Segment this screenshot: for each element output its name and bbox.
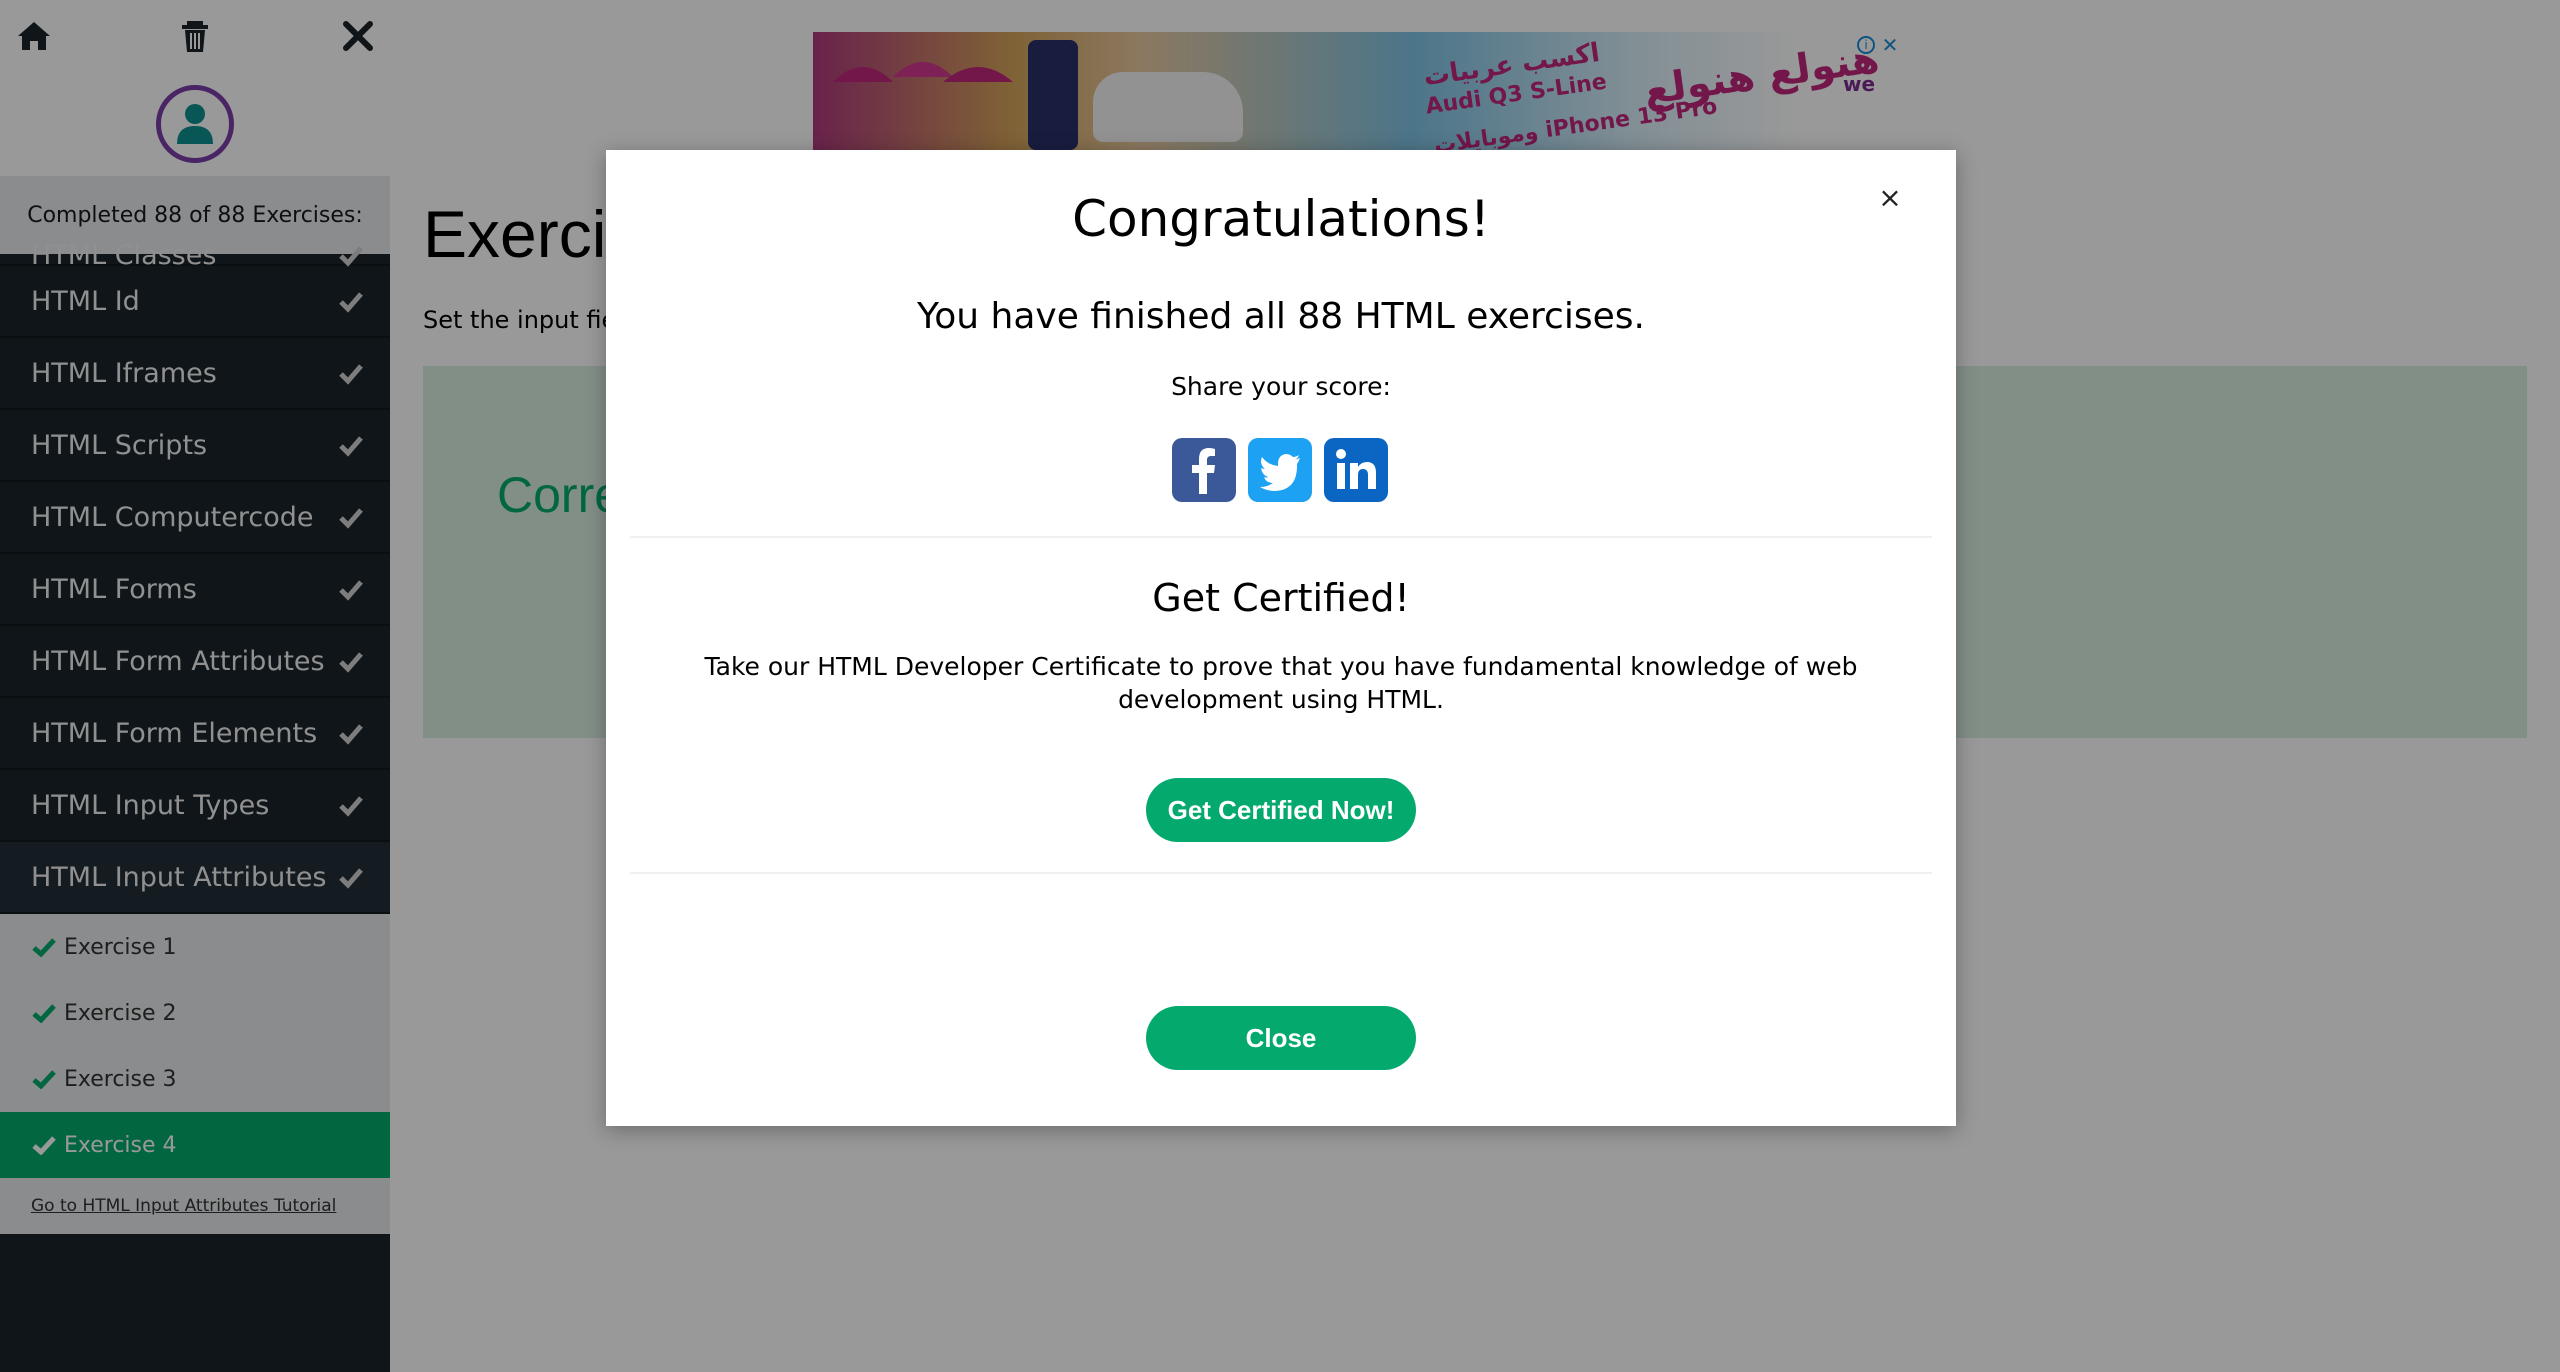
- close-button[interactable]: Close: [1146, 1006, 1416, 1070]
- modal-title: Congratulations!: [1072, 190, 1490, 248]
- certificate-description: Take our HTML Developer Certificate to p…: [704, 652, 1858, 714]
- finished-message: You have finished all 88 HTML exercises.: [917, 296, 1645, 337]
- linkedin-icon[interactable]: [1324, 438, 1388, 502]
- facebook-icon[interactable]: [1172, 438, 1236, 502]
- share-label: Share your score:: [1171, 372, 1391, 401]
- congratulations-modal: × Congratulations! You have finished all…: [606, 150, 1956, 1126]
- certificate-title: Get Certified!: [1152, 576, 1410, 620]
- social-share-buttons: [1172, 438, 1392, 502]
- get-certified-button[interactable]: Get Certified Now!: [1146, 778, 1416, 842]
- twitter-icon[interactable]: [1248, 438, 1312, 502]
- divider: [630, 872, 1932, 874]
- divider: [630, 536, 1932, 538]
